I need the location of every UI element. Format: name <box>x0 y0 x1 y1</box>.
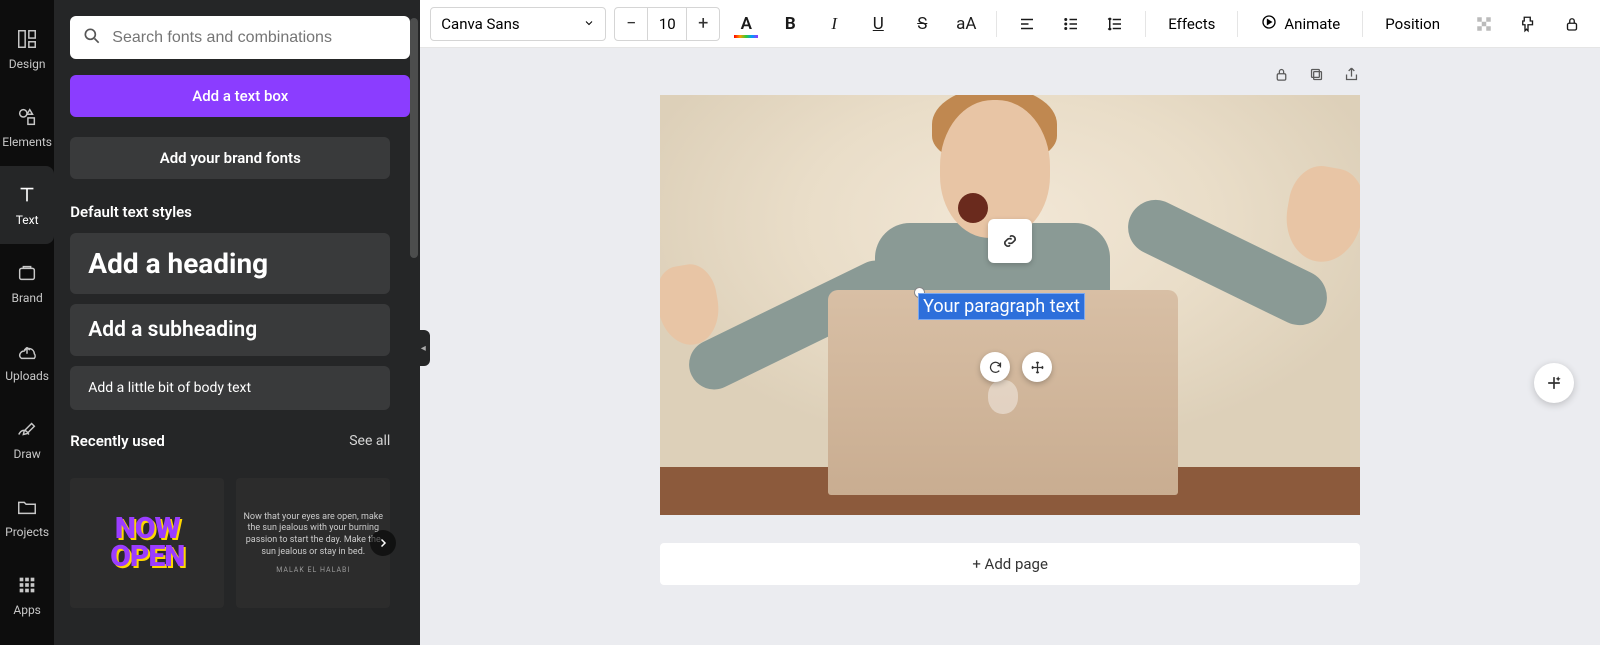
italic-button[interactable]: I <box>816 7 852 41</box>
font-search[interactable] <box>70 16 410 59</box>
divider <box>1145 11 1146 37</box>
search-input[interactable] <box>112 29 398 47</box>
font-size-group: − 10 + <box>614 7 720 41</box>
alignment-button[interactable] <box>1009 7 1045 41</box>
rail-draw[interactable]: Draw <box>0 400 54 478</box>
recently-used-title: Recently used <box>70 432 165 450</box>
recent-thumbnails: NOWOPEN Now that your eyes are open, mak… <box>70 478 390 608</box>
effects-button[interactable]: Effects <box>1158 7 1225 41</box>
rail-label: Projects <box>5 525 49 539</box>
search-icon <box>82 26 102 50</box>
add-text-box-button[interactable]: Add a text box <box>70 75 410 117</box>
design-canvas[interactable]: Your paragraph text <box>660 95 1360 515</box>
share-page-icon[interactable] <box>1343 66 1360 87</box>
draw-icon <box>15 417 39 441</box>
recent-next-button[interactable] <box>370 530 396 556</box>
font-size-decrease[interactable]: − <box>615 8 647 40</box>
rail-label: Uploads <box>5 369 49 383</box>
divider <box>1237 11 1238 37</box>
main-area: Canva Sans − 10 + A B I U S aA Effects A… <box>420 0 1600 645</box>
transparency-button[interactable] <box>1466 7 1502 41</box>
text-toolbar: Canva Sans − 10 + A B I U S aA Effects A… <box>420 0 1600 48</box>
page-lock-icon[interactable] <box>1273 66 1290 87</box>
bold-button[interactable]: B <box>772 7 808 41</box>
laptop-image <box>828 290 1178 495</box>
rail-label: Brand <box>12 291 43 305</box>
text-element[interactable]: Your paragraph text <box>919 294 1084 319</box>
position-button[interactable]: Position <box>1375 7 1450 41</box>
canvas-wrap: Your paragraph text + Add page <box>420 48 1600 645</box>
recent-thumb-now-open[interactable]: NOWOPEN <box>70 478 224 608</box>
floating-actions <box>980 352 1052 382</box>
duplicate-page-icon[interactable] <box>1308 66 1325 87</box>
rail-elements[interactable]: Elements <box>0 88 54 166</box>
add-body-text-button[interactable]: Add a little bit of body text <box>70 366 390 410</box>
rail-label: Design <box>9 57 46 71</box>
text-color-button[interactable]: A <box>728 7 764 41</box>
list-button[interactable] <box>1053 7 1089 41</box>
add-heading-button[interactable]: Add a heading <box>70 233 390 294</box>
font-size-value[interactable]: 10 <box>647 8 687 40</box>
see-all-link[interactable]: See all <box>349 433 390 449</box>
rail-label: Draw <box>14 447 41 461</box>
rail-uploads[interactable]: Uploads <box>0 322 54 400</box>
left-rail: Design Elements Text Brand Uploads Draw … <box>0 0 54 645</box>
panel-scrollbar[interactable] <box>410 18 418 258</box>
strikethrough-button[interactable]: S <box>904 7 940 41</box>
apps-icon <box>15 573 39 597</box>
default-styles-title: Default text styles <box>70 203 410 221</box>
rail-apps[interactable]: Apps <box>0 556 54 634</box>
rail-label: Text <box>16 213 39 227</box>
add-page-button[interactable]: + Add page <box>660 543 1360 585</box>
magic-fab[interactable] <box>1534 363 1574 403</box>
rail-design[interactable]: Design <box>0 10 54 88</box>
rail-label: Elements <box>2 135 52 149</box>
link-button[interactable] <box>988 219 1032 263</box>
projects-icon <box>15 495 39 519</box>
add-brand-fonts-button[interactable]: Add your brand fonts <box>70 137 390 179</box>
font-size-increase[interactable]: + <box>687 8 719 40</box>
add-subheading-button[interactable]: Add a subheading <box>70 304 390 356</box>
recent-thumb-quote[interactable]: Now that your eyes are open, make the su… <box>236 478 390 608</box>
rail-brand[interactable]: Brand <box>0 244 54 322</box>
sync-button[interactable] <box>980 352 1010 382</box>
chevron-down-icon <box>583 15 595 33</box>
uploads-icon <box>15 339 39 363</box>
animate-button[interactable]: Animate <box>1250 7 1350 41</box>
animate-icon <box>1260 13 1278 35</box>
brand-icon <box>15 261 39 285</box>
elements-icon <box>15 105 39 129</box>
copy-style-button[interactable] <box>1510 7 1546 41</box>
divider <box>996 11 997 37</box>
page-controls <box>660 66 1360 87</box>
font-family-select[interactable]: Canva Sans <box>430 7 606 41</box>
apple-logo-icon <box>988 380 1018 414</box>
rail-projects[interactable]: Projects <box>0 478 54 556</box>
side-panel: Add a text box Add your brand fonts Defa… <box>54 0 420 645</box>
lock-button[interactable] <box>1554 7 1590 41</box>
rail-text[interactable]: Text <box>0 166 54 244</box>
design-icon <box>15 27 39 51</box>
move-button[interactable] <box>1022 352 1052 382</box>
spacing-button[interactable] <box>1097 7 1133 41</box>
text-icon <box>15 183 39 207</box>
rail-label: Apps <box>13 603 41 617</box>
underline-button[interactable]: U <box>860 7 896 41</box>
divider <box>1362 11 1363 37</box>
uppercase-button[interactable]: aA <box>948 7 984 41</box>
